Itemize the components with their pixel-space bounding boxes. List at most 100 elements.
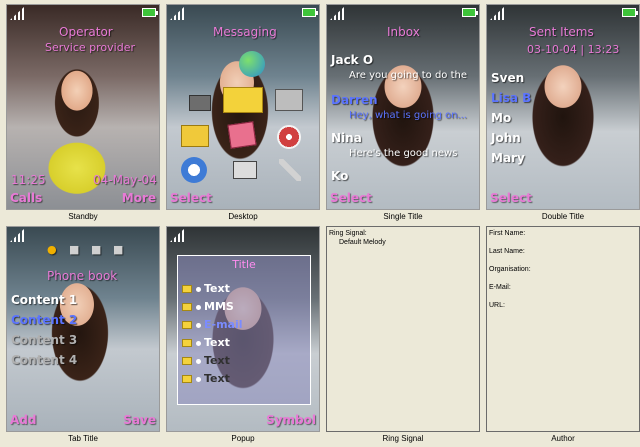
symbol-softkey[interactable]: Symbol xyxy=(266,413,316,427)
operator-label: Operator xyxy=(59,25,113,39)
double-title-screen: Sent Items 03-10-04 | 13:23 Sven Lisa B … xyxy=(486,4,640,210)
sent-items-subtitle: 03-10-04 | 13:23 xyxy=(527,43,620,56)
content-item[interactable]: Content 3 xyxy=(11,333,77,347)
popup-screen: Title Text MMS E-mail Text Text Text Sym… xyxy=(166,226,320,432)
popup-item[interactable]: Text xyxy=(182,354,243,372)
bullet-icon xyxy=(196,322,201,328)
add-softkey[interactable]: Add xyxy=(10,413,36,427)
popup-item[interactable]: MMS xyxy=(182,300,243,318)
popup-title: Title xyxy=(232,258,256,271)
tab-title-screen: ● ■ ■ ■ Phone book Content 1 Content 2 C… xyxy=(6,226,160,432)
signal-icon xyxy=(490,7,504,20)
battery-icon xyxy=(622,8,638,17)
camera-icon[interactable] xyxy=(189,95,211,111)
ring-signal-caption: Ring Signal xyxy=(382,434,424,443)
folder-icon xyxy=(182,339,192,347)
popup-item[interactable]: Text xyxy=(182,282,243,300)
provider-label: Service provider xyxy=(45,41,135,54)
popup-dialog: Title Text MMS E-mail Text Text Text xyxy=(177,255,311,405)
signal-icon xyxy=(170,7,184,20)
single-title-screen: Inbox Jack O Are you going to do the Dar… xyxy=(326,4,480,210)
bullet-icon xyxy=(196,304,201,310)
battery-icon xyxy=(302,8,318,17)
double-title-caption: Double Title xyxy=(541,212,585,221)
status-bar xyxy=(167,5,319,21)
contact-item[interactable]: Mo xyxy=(491,111,511,125)
clock-icon[interactable] xyxy=(181,157,207,183)
tab-icon[interactable]: ■ xyxy=(113,243,123,256)
first-name-field[interactable]: First Name: xyxy=(489,230,525,237)
envelope-icon[interactable] xyxy=(223,87,263,113)
game-3d-icon[interactable] xyxy=(233,161,257,179)
popup-item[interactable]: E-mail xyxy=(182,318,243,336)
select-softkey[interactable]: Select xyxy=(170,191,212,205)
content-item[interactable]: Content 2 xyxy=(11,313,77,327)
status-bar xyxy=(7,5,159,21)
author-panel: First Name: Last Name: Organisation: E-M… xyxy=(486,226,640,432)
organisation-field[interactable]: Organisation: xyxy=(489,266,531,273)
message-sender[interactable]: Darren xyxy=(331,93,378,107)
author-caption: Author xyxy=(551,434,575,443)
folder-icon xyxy=(182,375,192,383)
ring-signal-value[interactable]: Default Melody xyxy=(339,239,386,246)
clock-date: 04-May-04 xyxy=(93,173,157,187)
tab-icon[interactable]: ■ xyxy=(69,243,79,256)
email-field[interactable]: E-Mail: xyxy=(489,284,511,291)
bullet-icon xyxy=(196,286,201,292)
tab-icon[interactable]: ■ xyxy=(91,243,101,256)
message-sender[interactable]: Nina xyxy=(331,131,362,145)
inbox-title: Inbox xyxy=(387,25,420,39)
contact-item[interactable]: Lisa B xyxy=(491,91,531,105)
select-softkey[interactable]: Select xyxy=(330,191,372,205)
popup-item[interactable]: Text xyxy=(182,336,243,354)
disc-icon[interactable] xyxy=(277,125,301,149)
folder-icon xyxy=(182,303,192,311)
message-sender[interactable]: Ko xyxy=(331,169,348,183)
standby-caption: Standby xyxy=(68,212,98,221)
battery-icon xyxy=(142,8,158,17)
bullet-icon xyxy=(196,358,201,364)
message-preview: Are you going to do the xyxy=(349,70,467,81)
folder-icon xyxy=(182,285,192,293)
desktop-screen: Messaging Select xyxy=(166,4,320,210)
sent-items-title: Sent Items xyxy=(529,25,594,39)
bullet-icon xyxy=(196,340,201,346)
contact-item[interactable]: Mary xyxy=(491,151,525,165)
more-softkey[interactable]: More xyxy=(122,191,156,205)
standby-screen: Operator Service provider 11:25 04-May-0… xyxy=(6,4,160,210)
signal-icon xyxy=(170,229,184,242)
tab-title-caption: Tab Title xyxy=(68,434,98,443)
select-softkey[interactable]: Select xyxy=(490,191,532,205)
contact-item[interactable]: Sven xyxy=(491,71,524,85)
desktop-title: Messaging xyxy=(213,25,277,39)
wallpaper-photo xyxy=(7,227,159,431)
message-preview: Here's the good news xyxy=(349,148,458,159)
status-bar xyxy=(487,5,639,21)
battery-icon xyxy=(462,8,478,17)
calls-softkey[interactable]: Calls xyxy=(10,191,42,205)
contact-item[interactable]: John xyxy=(491,131,521,145)
tools-icon[interactable] xyxy=(279,159,301,181)
signal-icon xyxy=(10,229,24,242)
bullet-icon xyxy=(196,376,201,382)
url-field[interactable]: URL: xyxy=(489,302,505,309)
signal-icon xyxy=(10,7,24,20)
folder-icon xyxy=(182,357,192,365)
folder-icon[interactable] xyxy=(181,125,209,147)
content-item[interactable]: Content 4 xyxy=(11,353,77,367)
globe-icon[interactable] xyxy=(239,51,265,77)
file-icon[interactable] xyxy=(227,121,257,149)
popup-item[interactable]: Text xyxy=(182,372,243,390)
tab-icon[interactable]: ● xyxy=(47,243,57,256)
signal-icon xyxy=(330,7,344,20)
desktop-caption: Desktop xyxy=(228,212,258,221)
clock-time: 11:25 xyxy=(11,173,46,187)
phonebook-title: Phone book xyxy=(47,269,118,283)
save-softkey[interactable]: Save xyxy=(123,413,156,427)
single-title-caption: Single Title xyxy=(383,212,423,221)
message-sender[interactable]: Jack O xyxy=(331,53,373,67)
radio-icon[interactable] xyxy=(275,89,303,111)
content-item[interactable]: Content 1 xyxy=(11,293,77,307)
ring-signal-label: Ring Signal: xyxy=(329,230,367,237)
last-name-field[interactable]: Last Name: xyxy=(489,248,525,255)
